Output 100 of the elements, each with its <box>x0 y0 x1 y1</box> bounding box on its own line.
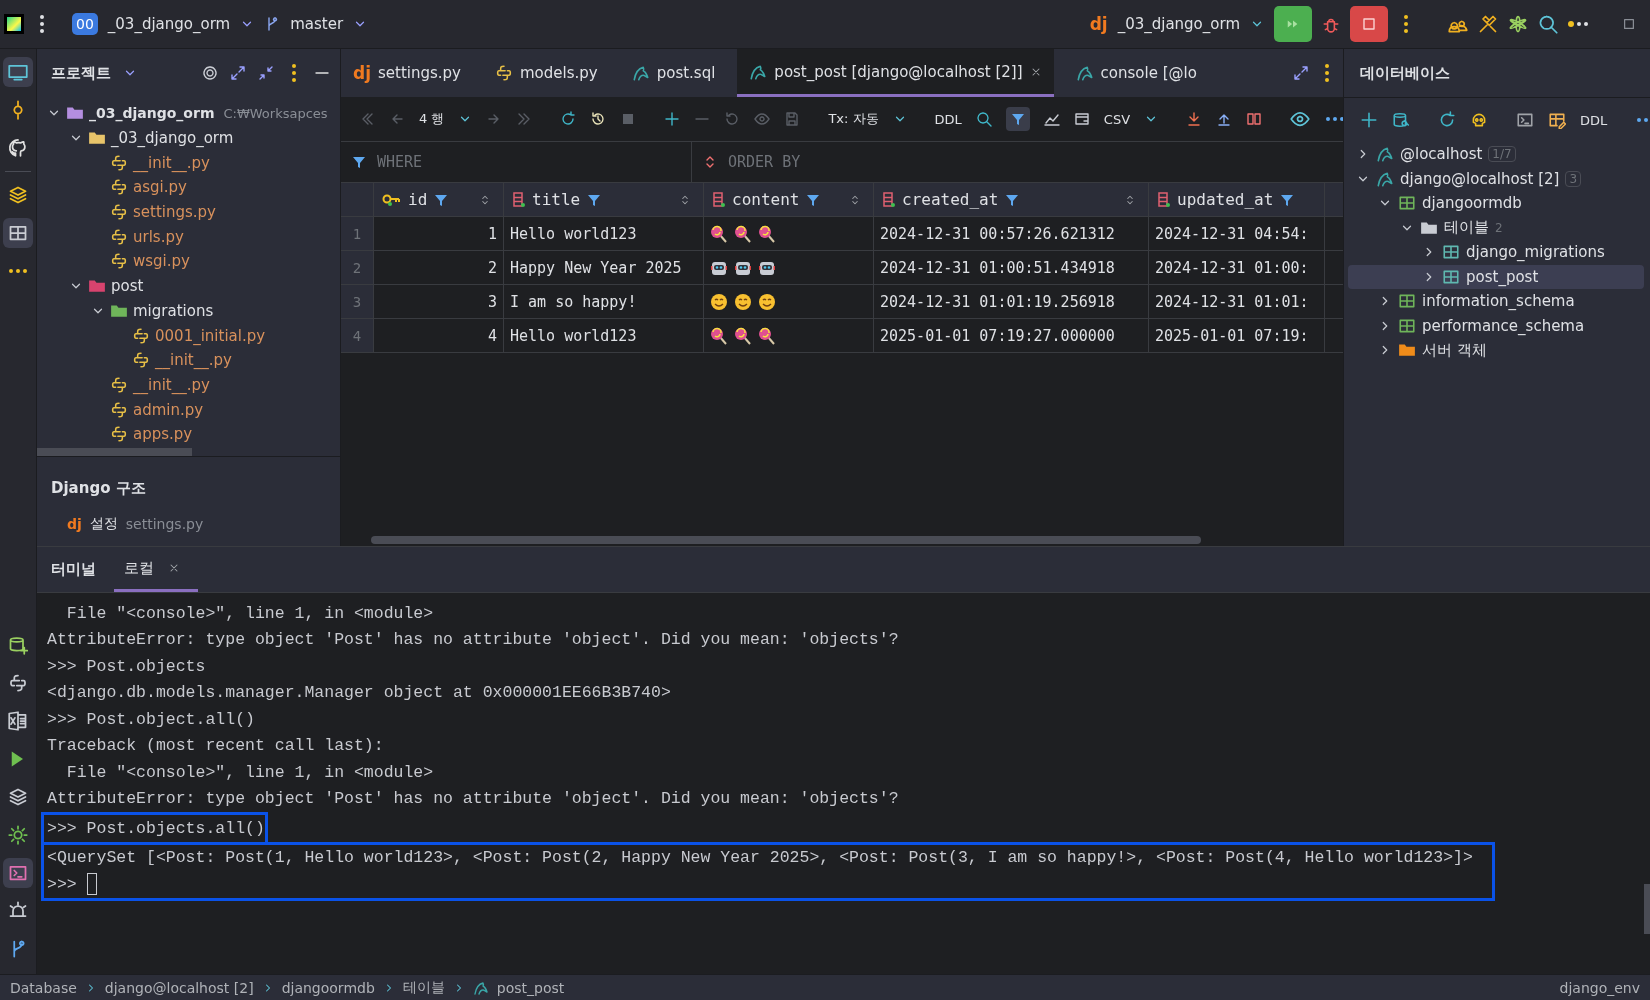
tree-label: 테이블 <box>1444 218 1489 238</box>
tree-item[interactable]: settings.py <box>37 199 340 225</box>
console-line: >>> Post.objects <box>47 656 206 676</box>
table-cell[interactable]: 1 <box>374 217 504 250</box>
project-selector[interactable]: _03_django_orm <box>107 15 231 33</box>
column-header[interactable]: title <box>504 183 704 216</box>
console-line: >>> Post.object.all() <box>47 709 255 729</box>
file-name: __init__.py <box>155 351 232 370</box>
console-line: >>> <box>47 874 78 894</box>
tree-item[interactable]: __init__.py <box>37 372 340 398</box>
tree-item[interactable]: admin.py <box>37 397 340 422</box>
folder-name: _03_django_orm <box>89 105 215 122</box>
tree-item[interactable]: performance_schema <box>1348 313 1644 338</box>
console-line: AttributeError: type object 'Post' has no attribute 'object'. Did you mean: 'objects'? <box>47 630 899 650</box>
tree-item[interactable]: post_post <box>1348 264 1644 289</box>
breadcrumb[interactable]: 테이블 <box>402 978 445 997</box>
column-header[interactable]: id <box>374 183 504 216</box>
console-line: <QuerySet [<Post: Post(1, Hello world123>, <Post: Post(2, Happy New Year 2025>, <Post: Post(3, I am so happy!>, <Post: Post(4, Hello world123>]> <box>47 848 1473 868</box>
panel-title[interactable]: 프로젝트 <box>51 63 111 83</box>
file-name: asgi.py <box>133 178 187 197</box>
breadcrumb[interactable]: Database <box>10 979 77 996</box>
tree-item[interactable]: __init__.py <box>37 150 340 176</box>
django-logo: dj <box>1089 14 1108 34</box>
breadcrumb[interactable]: django@localhost [2] <box>104 979 254 996</box>
breadcrumb[interactable]: post_post <box>496 979 565 996</box>
table-cell[interactable]: 2024-12-31 00:57:26.621312 <box>874 217 1149 250</box>
table-cell[interactable]: 2024-12-31 01:01:19.256918 <box>874 285 1149 318</box>
ddl-button[interactable]: DDL <box>1580 112 1608 128</box>
breadcrumb[interactable]: djangoormdb <box>281 979 375 996</box>
editor-tab[interactable]: post_post [django@localhost [2]] <box>737 49 1054 97</box>
terminal-tab[interactable]: 로컬 <box>114 547 198 592</box>
export-format-selector[interactable]: CSV <box>1103 111 1131 127</box>
tree-item[interactable]: django_migrations <box>1348 240 1644 265</box>
ddl-button[interactable]: DDL <box>934 111 962 127</box>
tree-item[interactable]: _03_django_orm C:₩Worksapces <box>37 101 340 126</box>
environment-label[interactable]: django_env <box>1559 979 1640 996</box>
table-cell[interactable]: 2024-12-31 01:01: <box>1149 285 1325 318</box>
file-name: apps.py <box>133 425 193 444</box>
tree-item[interactable]: 0001_initial.py <box>37 323 340 348</box>
table-cell[interactable]: Happy New Year 2025 <box>504 251 704 284</box>
table-cell[interactable]: I am so happy! <box>504 285 704 318</box>
terminal-tab[interactable]: 터미널 <box>41 547 114 592</box>
table-cell[interactable]: 3 <box>374 285 504 318</box>
file-name: __init__.py <box>133 153 210 172</box>
tree-label: django@localhost [2] <box>1400 169 1560 188</box>
tree-item[interactable]: information_schema <box>1348 289 1644 314</box>
table-cell[interactable]: 2024-12-31 01:00: <box>1149 251 1325 284</box>
row-number: 4 <box>341 319 374 352</box>
structure-item[interactable]: dj 설정 settings.py <box>51 515 326 533</box>
file-name: 0001_initial.py <box>155 326 266 345</box>
editor-tab[interactable]: post.sql <box>619 49 728 97</box>
tree-label: 서버 객체 <box>1422 340 1487 360</box>
tree-label: django_migrations <box>1466 243 1605 262</box>
tree-item[interactable]: migrations <box>37 298 340 324</box>
table-cell[interactable]: 2025-01-01 07:19:27.000000 <box>874 319 1149 352</box>
tree-label: post_post <box>1466 267 1539 286</box>
tree-item[interactable]: django@localhost [2] 3 <box>1348 166 1644 191</box>
table-cell[interactable]: Hello world123 <box>504 217 704 250</box>
tree-item[interactable]: __init__.py <box>37 347 340 373</box>
tree-item[interactable]: @localhost 1/7 <box>1348 142 1644 167</box>
tree-label: information_schema <box>1422 292 1575 311</box>
folder-name: _03_django_orm <box>111 129 234 148</box>
project-badge: 00 <box>72 13 98 35</box>
editor-tab[interactable]: console [@lo <box>1063 49 1209 97</box>
table-cell[interactable]: Hello world123 <box>504 319 704 352</box>
tree-label: @localhost <box>1400 145 1483 164</box>
console-line: Traceback (most recent call last): <box>47 736 384 756</box>
tree-item[interactable]: 서버 객체 <box>1348 338 1644 363</box>
table-cell[interactable]: 2 <box>374 251 504 284</box>
section-title: Django 구조 <box>51 477 147 499</box>
transaction-mode-selector[interactable]: Tx: 자동 <box>828 110 879 128</box>
branch-selector[interactable]: master <box>290 15 344 33</box>
panel-title: 데이터베이스 <box>1360 63 1450 83</box>
table-cell[interactable]: 2025-01-01 07:19: <box>1149 319 1325 352</box>
tree-item[interactable]: urls.py <box>37 224 340 250</box>
tree-item[interactable]: djangoormdb <box>1348 191 1644 216</box>
tree-item[interactable]: asgi.py <box>37 175 340 200</box>
table-cell[interactable]: 2024-12-31 01:00:51.434918 <box>874 251 1149 284</box>
table-cell[interactable]: 2024-12-31 04:54: <box>1149 217 1325 250</box>
row-count-selector[interactable]: 4 행 <box>419 110 445 128</box>
project-path: C:₩Worksapces <box>223 105 328 121</box>
item-count: 2 <box>1495 220 1503 235</box>
count-badge: 3 <box>1565 170 1582 187</box>
editor-tab[interactable]: dj settings.py <box>341 49 473 97</box>
file-name: admin.py <box>133 400 204 419</box>
tree-item[interactable]: wsgi.py <box>37 249 340 274</box>
tree-item[interactable]: _03_django_orm <box>37 125 340 151</box>
tree-item[interactable]: apps.py <box>37 421 340 447</box>
console-line: <django.db.models.manager.Manager object at 0x000001EE66B3B740> <box>47 683 671 703</box>
column-header[interactable]: updated_at <box>1149 183 1325 216</box>
tree-item[interactable]: 테이블 2 <box>1348 215 1644 240</box>
file-name: __init__.py <box>133 375 210 394</box>
column-header[interactable]: created_at <box>874 183 1149 216</box>
column-header[interactable]: content <box>704 183 874 216</box>
file-name: wsgi.py <box>133 252 190 271</box>
row-number: 2 <box>341 251 374 284</box>
tree-item[interactable]: post <box>37 273 340 299</box>
table-cell[interactable]: 4 <box>374 319 504 352</box>
run-config-selector[interactable]: _03_django_orm <box>1117 15 1240 33</box>
editor-tab[interactable]: models.py <box>483 49 610 97</box>
